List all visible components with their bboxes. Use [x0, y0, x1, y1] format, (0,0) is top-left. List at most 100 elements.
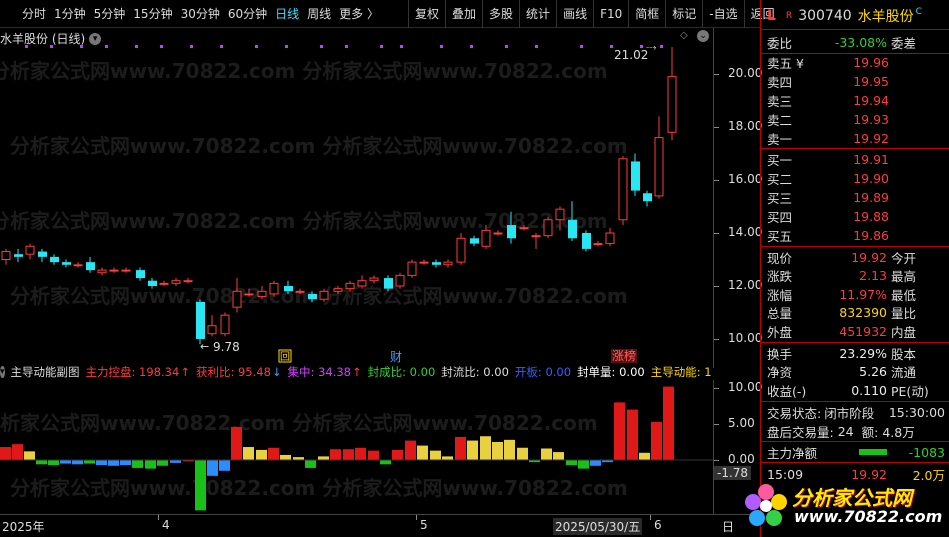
signal-dot	[220, 45, 223, 48]
candle-body[interactable]	[38, 251, 47, 257]
tool-button-1[interactable]: 叠加	[445, 0, 482, 28]
candle-body[interactable]	[643, 193, 652, 202]
candle-body[interactable]	[14, 254, 23, 257]
period-tab-5[interactable]: 60分钟	[224, 0, 271, 28]
tool-button-8[interactable]: -自选	[702, 0, 743, 28]
candle-body[interactable]	[136, 270, 145, 279]
candle-body[interactable]	[481, 229, 491, 247]
period-tab-1[interactable]: 1分钟	[50, 0, 90, 28]
candle-body[interactable]	[196, 301, 205, 339]
candle-body[interactable]	[654, 137, 664, 197]
candle-body[interactable]	[97, 269, 107, 274]
tool-button-2[interactable]: 多股	[482, 0, 519, 28]
indicator-arrow-icon: ↑	[180, 365, 190, 379]
period-tab-4[interactable]: 30分钟	[177, 0, 224, 28]
candle-body[interactable]	[244, 293, 254, 296]
indicator-item-4: 封流比: 0.00	[441, 365, 509, 379]
period-tab-0[interactable]: 分时	[18, 0, 50, 28]
candle-body[interactable]	[109, 269, 119, 272]
candle-body[interactable]	[345, 282, 355, 290]
candle-body[interactable]	[220, 314, 230, 335]
candle-body[interactable]	[631, 161, 640, 191]
candle-body[interactable]	[319, 290, 329, 300]
candle-body[interactable]	[73, 264, 83, 267]
tool-button-5[interactable]: F10	[593, 0, 628, 28]
period-tab-3[interactable]: 15分钟	[129, 0, 176, 28]
indicator-collapse-icon[interactable]: ▾	[0, 366, 5, 378]
sell-row[interactable]: 卖五 ¥ 19.96	[767, 53, 945, 71]
sell-row[interactable]: 卖二 19.93	[767, 110, 945, 128]
indicator-name[interactable]: 主导动能副图	[11, 364, 80, 380]
tool-button-0[interactable]: 复权	[408, 0, 445, 28]
stat2-row: 净资 5.26 流通	[767, 363, 945, 381]
candle-body[interactable]	[618, 158, 628, 221]
candle-body[interactable]	[171, 280, 181, 284]
candle-body[interactable]	[369, 277, 379, 282]
period-tab-6[interactable]: 日线	[271, 0, 303, 28]
candle-body[interactable]	[543, 219, 553, 237]
candle-body[interactable]	[25, 245, 35, 255]
candle-body[interactable]	[183, 280, 193, 283]
candlestick-chart[interactable]: 分析家公式网www.70822.com 分析家公式网www.70822.com 分…	[0, 28, 713, 363]
tool-button-4[interactable]: 画线	[556, 0, 593, 28]
candle-body[interactable]	[493, 232, 503, 235]
period-tab-7[interactable]: 周线	[303, 0, 335, 28]
period-tab-2[interactable]: 5分钟	[90, 0, 130, 28]
candle-body[interactable]	[593, 243, 603, 246]
signal-dot	[660, 45, 663, 48]
status-label: 交易状态:	[767, 405, 822, 421]
tool-toolbar: 复权 叠加 多股 统计 画线 F10 简框 标记 -自选 返回	[408, 0, 775, 28]
candle-body[interactable]	[207, 325, 217, 335]
sell-row[interactable]: 卖三 19.94	[767, 91, 945, 109]
candle-body[interactable]	[62, 262, 71, 265]
candle-body[interactable]	[269, 282, 279, 295]
candle-body[interactable]	[284, 286, 293, 292]
candle-body[interactable]	[86, 262, 95, 271]
candle-body[interactable]	[555, 208, 565, 221]
watermark-text: 分析家公式网www.70822.com 分析家公式网www.70822.com	[0, 411, 598, 435]
candle-body[interactable]	[384, 278, 393, 289]
candle-body[interactable]	[407, 261, 417, 276]
candle-body[interactable]	[443, 261, 453, 266]
candle-body[interactable]	[159, 282, 169, 285]
tool-button-7[interactable]: 标记	[665, 0, 702, 28]
candle-body[interactable]	[232, 290, 242, 308]
stock-code[interactable]: 300740	[798, 8, 851, 24]
candle-body[interactable]	[568, 219, 577, 239]
tool-button-6[interactable]: 简框	[628, 0, 665, 28]
tool-button-3[interactable]: 统计	[519, 0, 556, 28]
buy-row[interactable]: 买四 19.88	[767, 207, 945, 225]
candle-body[interactable]	[1, 251, 11, 261]
candle-body[interactable]	[395, 274, 405, 287]
candle-body[interactable]	[507, 225, 516, 239]
candle-body[interactable]	[456, 237, 466, 263]
candle-body[interactable]	[519, 227, 529, 230]
candle-body[interactable]	[582, 233, 591, 249]
buy-row[interactable]: 买五 19.86	[767, 226, 945, 244]
buy-row[interactable]: 买三 19.89	[767, 188, 945, 206]
candle-body[interactable]	[333, 288, 343, 292]
candle-body[interactable]	[257, 290, 267, 298]
buy-row[interactable]: 买二 19.90	[767, 169, 945, 187]
candle-body[interactable]	[419, 261, 429, 264]
candle-body[interactable]	[148, 280, 157, 286]
candle-body[interactable]	[605, 232, 615, 245]
candle-body[interactable]	[295, 290, 305, 293]
buy-row[interactable]: 买一 19.91	[767, 150, 945, 168]
candle-body[interactable]	[357, 280, 367, 287]
candle-body[interactable]	[470, 238, 479, 244]
sell-row[interactable]: 卖四 19.95	[767, 72, 945, 90]
candle-body[interactable]	[667, 76, 677, 133]
period-tab-8[interactable]: 更多 〉	[335, 0, 383, 28]
candle-body[interactable]	[50, 256, 59, 263]
after-hours-row: 盘后交易量: 24 额: 4.8万	[767, 422, 945, 440]
cai-marker[interactable]: 财	[390, 350, 402, 363]
candle-body[interactable]	[121, 269, 131, 272]
candle-body[interactable]	[531, 235, 541, 238]
candle-body[interactable]	[308, 293, 317, 300]
indicator-chart[interactable]: 分析家公式网www.70822.com 分析家公式网www.70822.com 分…	[0, 380, 713, 514]
watermark-text: 分析家公式网www.70822.com 分析家公式网www.70822.com	[10, 134, 628, 158]
sell-row[interactable]: 卖一 19.92	[767, 129, 945, 147]
candle-body[interactable]	[432, 262, 441, 265]
stock-name[interactable]: 水羊股份	[858, 6, 914, 26]
